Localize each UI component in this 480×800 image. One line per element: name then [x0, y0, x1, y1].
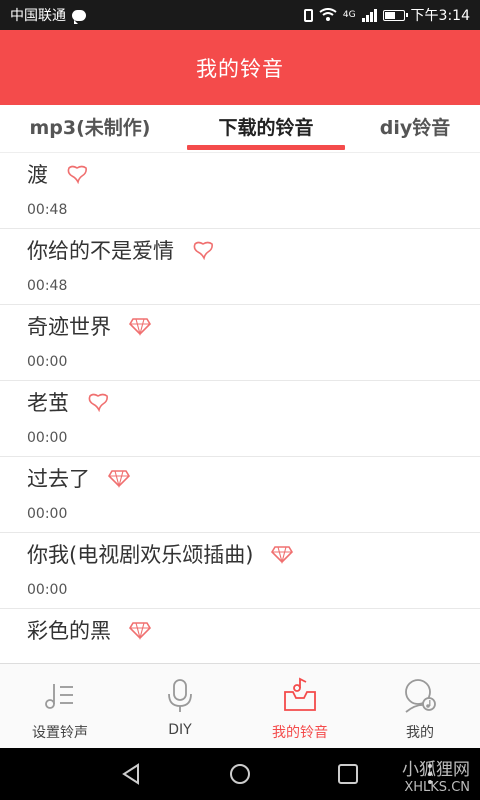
recents-icon[interactable] [334, 760, 362, 788]
ringtone-duration: 00:00 [27, 354, 68, 370]
music-note-icon [45, 684, 73, 709]
ringtone-title: 过去了 [27, 467, 90, 491]
ringtone-duration: 00:00 [27, 506, 68, 522]
ringtone-row[interactable]: 奇迹世界 00:00 [0, 305, 480, 381]
heart-badge-icon [192, 240, 214, 261]
signal-icon [361, 8, 377, 22]
diamond-icon [128, 620, 152, 641]
ringtone-title: 渡 [27, 163, 48, 187]
tab-mp3-unmade[interactable]: mp3(未制作) [20, 113, 160, 140]
tab-downloaded[interactable]: 下载的铃音 [187, 113, 345, 140]
microphone-icon [168, 679, 192, 712]
ringtone-title-row: 老茧 [27, 387, 109, 417]
ringtone-row[interactable]: 渡 00:48 [0, 153, 480, 229]
ringtone-duration: 00:00 [27, 582, 68, 598]
active-tab-indicator [187, 145, 345, 150]
diamond-icon [271, 544, 294, 565]
ringtone-row[interactable]: 老茧 00:00 [0, 381, 480, 457]
diamond-icon [128, 316, 152, 337]
page-title: 我的铃音 [196, 56, 284, 81]
ringtone-row[interactable]: 彩色的黑 [0, 609, 480, 663]
clock: 下午3:14 [410, 8, 470, 24]
ringtone-duration: 00:00 [27, 430, 68, 446]
ringtone-title: 奇迹世界 [27, 315, 111, 339]
ringtone-title-row: 奇迹世界 [27, 311, 152, 341]
nav-label: DIY [168, 722, 192, 738]
diamond-icon [107, 468, 131, 489]
nav-diy[interactable]: DIY [120, 664, 240, 749]
tab-bar: mp3(未制作) 下载的铃音 diy铃音 [0, 105, 480, 153]
nav-me[interactable]: 我的 [360, 664, 480, 749]
carrier-label: 中国联通 [10, 8, 66, 24]
nav-label: 设置铃声 [32, 725, 88, 741]
home-icon[interactable] [226, 760, 254, 788]
status-bar: 中国联通 4G 下午3:14 [0, 0, 480, 30]
network-type-label: 4G [342, 10, 356, 20]
ringtone-title-row: 过去了 [27, 463, 131, 493]
app-header: 我的铃音 [0, 30, 480, 105]
message-notification-icon [72, 9, 86, 24]
nav-set-ringtone[interactable]: 设置铃声 [0, 664, 120, 749]
ringtone-title: 你我(电视剧欢乐颂插曲) [27, 543, 254, 567]
watermark-line1: 小狐狸网 [402, 760, 470, 780]
heart-badge-icon [66, 164, 88, 185]
back-icon[interactable] [118, 760, 146, 788]
tab-diy[interactable]: diy铃音 [365, 113, 465, 140]
battery-icon [382, 9, 408, 21]
ringtone-row[interactable]: 你我(电视剧欢乐颂插曲) 00:00 [0, 533, 480, 609]
ringtone-duration: 00:48 [27, 202, 68, 218]
vibrate-icon [303, 8, 313, 22]
nav-label: 我的铃音 [272, 725, 328, 741]
music-box-icon [284, 677, 316, 711]
ringtone-title: 你给的不是爱情 [27, 239, 174, 263]
ringtone-row[interactable]: 过去了 00:00 [0, 457, 480, 533]
system-nav-bar: 小狐狸网 XHLKS.CN [0, 748, 480, 800]
status-right: 4G 下午3:14 [303, 5, 470, 25]
ringtone-title-row: 彩色的黑 [27, 615, 152, 645]
ringtone-title: 老茧 [27, 391, 69, 415]
watermark-line2: XHLKS.CN [404, 780, 470, 795]
ringtone-title-row: 你我(电视剧欢乐颂插曲) [27, 539, 294, 569]
user-music-icon [405, 679, 436, 713]
nav-my-ringtones[interactable]: 我的铃音 [240, 664, 360, 749]
ringtone-row[interactable]: 你给的不是爱情 00:48 [0, 229, 480, 305]
ringtone-duration: 00:48 [27, 278, 68, 294]
bottom-nav: 设置铃声 DIY 我的铃音 我的 [0, 663, 480, 748]
nav-label: 我的 [406, 725, 434, 741]
ringtone-list: 渡 00:48 你给的不是爱情 00:48 奇迹世界 00:00 老茧 00:00 过去了 00:… [0, 153, 480, 663]
ringtone-title: 彩色的黑 [27, 619, 111, 643]
wifi-icon [319, 8, 337, 21]
ringtone-title-row: 你给的不是爱情 [27, 235, 214, 265]
heart-badge-icon [87, 392, 109, 413]
watermark: 小狐狸网 XHLKS.CN [402, 755, 470, 795]
ringtone-title-row: 渡 [27, 159, 88, 189]
status-left: 中国联通 [10, 5, 86, 25]
